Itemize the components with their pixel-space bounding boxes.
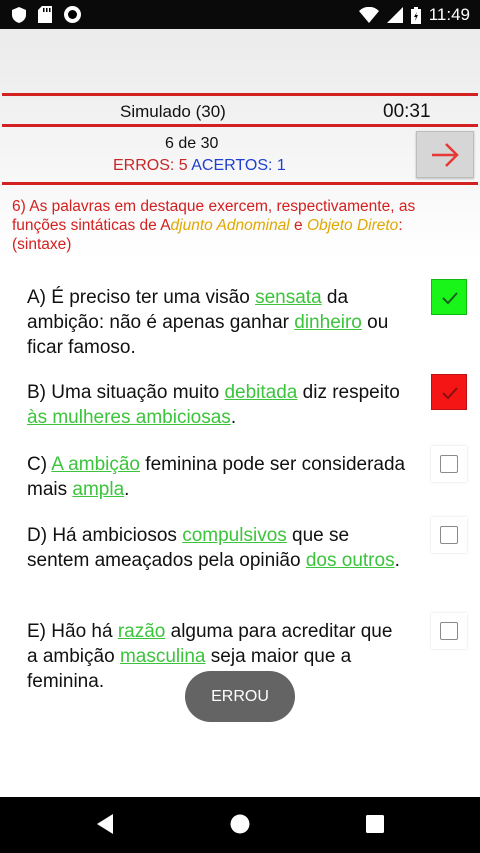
recents-icon[interactable] [366,813,384,835]
checkmark-icon [442,292,458,305]
option-e-checkbox[interactable] [431,613,467,649]
checkbox-box [440,455,458,473]
option-b-checkbox[interactable] [431,374,467,410]
circle-icon [64,6,81,23]
checkmark-icon [442,387,458,400]
sd-card-icon [38,6,52,23]
question-text: 6) As palavras em destaque exercem, resp… [12,198,416,253]
question-progress: 6 de 30 [165,135,219,152]
status-bar: 11:49 [0,0,480,29]
errors-count: ERROS: 5 [113,157,188,174]
next-question-button[interactable] [416,131,474,178]
hits-count: ACERTOS: 1 [191,157,286,174]
navigation-bar [0,797,480,853]
back-icon[interactable] [95,813,115,835]
option-a[interactable]: A) É preciso ter uma visão sensata da am… [27,285,407,360]
quiz-title: Simulado (30) [120,102,226,121]
wifi-icon [358,7,379,23]
timer: 00:31 [383,101,431,122]
checkbox-box [440,622,458,640]
divider-middle [2,124,478,127]
battery-icon [410,6,421,24]
option-d-checkbox[interactable] [431,517,467,553]
arrow-right-icon [432,142,459,167]
divider-bottom [2,182,478,185]
checkbox-box [440,526,458,544]
signal-icon [386,7,403,23]
option-b[interactable]: B) Uma situação muito debitada diz respe… [27,380,407,430]
home-icon[interactable] [230,813,250,835]
divider-top [2,93,478,96]
option-a-checkbox[interactable] [431,279,467,315]
clock: 11:49 [428,5,470,24]
result-toast: ERROU [185,671,295,722]
option-c-checkbox[interactable] [431,446,467,482]
score-summary: ERROS: 5 ACERTOS: 1 [113,157,286,175]
shield-icon [12,6,26,23]
option-c[interactable]: C) A ambição feminina pode ser considera… [27,452,407,502]
option-d[interactable]: D) Há ambiciosos compulsivos que se sent… [27,523,407,573]
